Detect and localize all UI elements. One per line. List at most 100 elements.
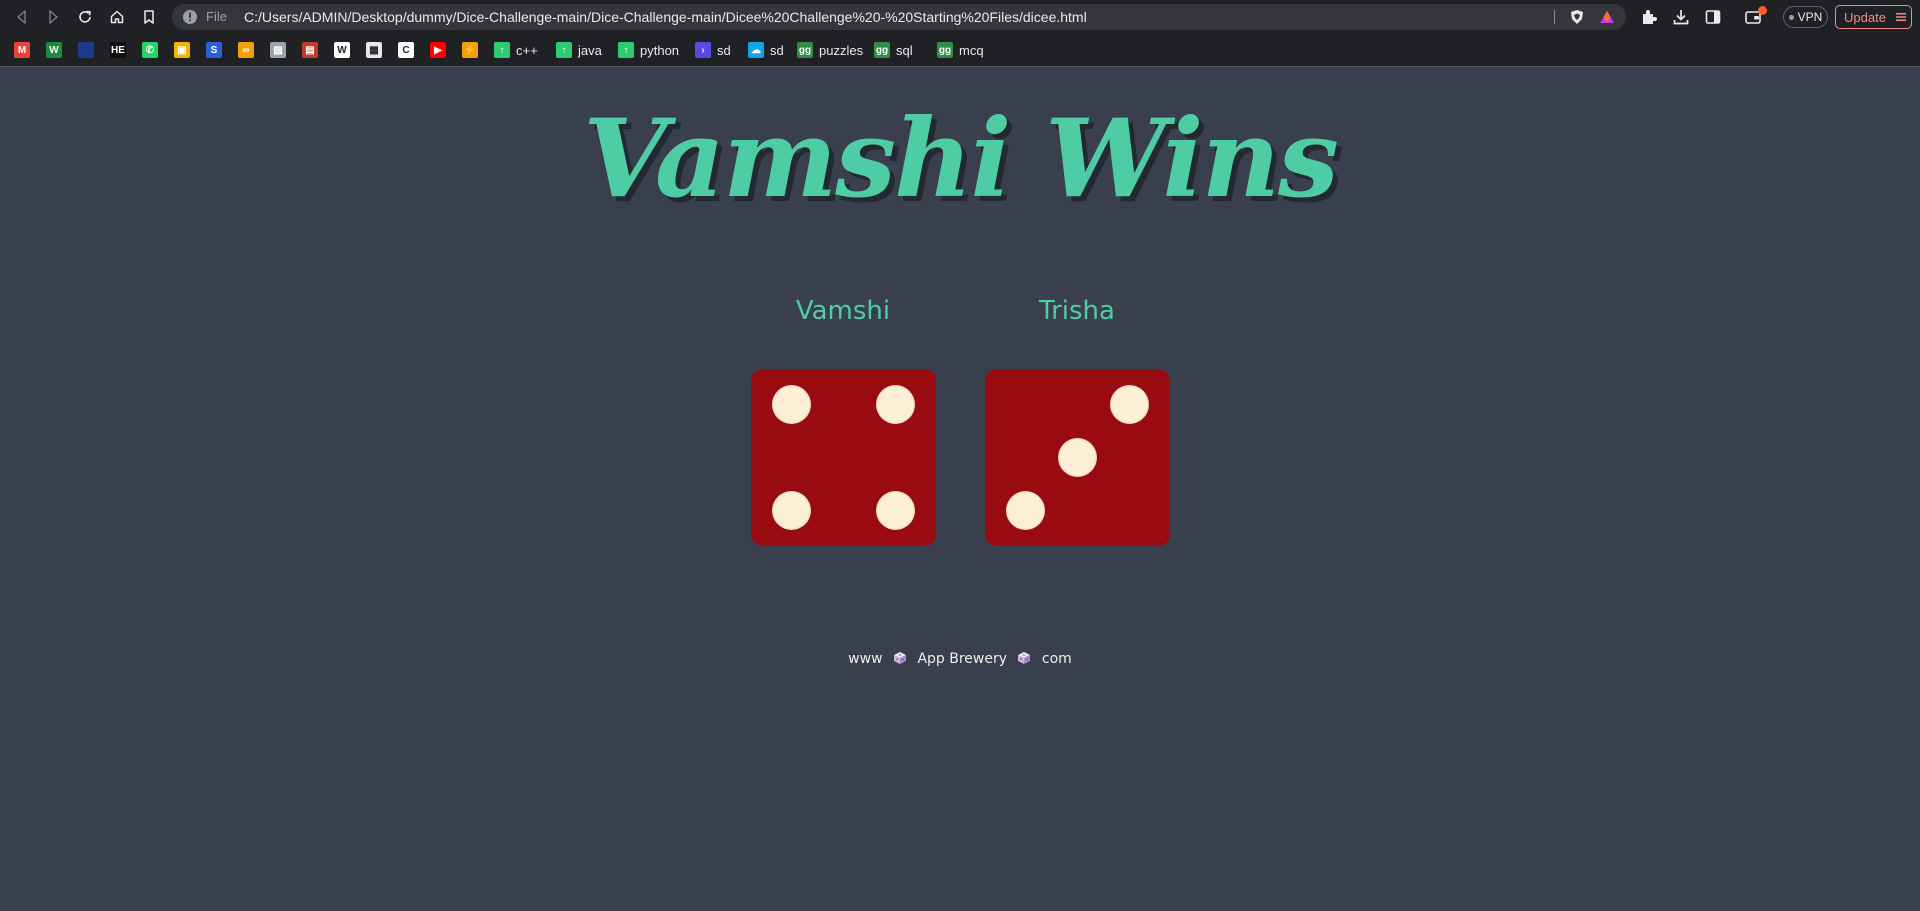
footer-com: com	[1041, 651, 1072, 667]
back-arrow-icon	[17, 10, 26, 24]
update-label: Update	[1844, 9, 1886, 25]
die-pip	[1109, 384, 1149, 424]
bookmark-sd[interactable]: › sd	[695, 41, 731, 59]
bookmark-s-logo[interactable]: S	[206, 41, 222, 59]
download-icon[interactable]	[1672, 8, 1690, 26]
player1-name: Vamshi	[795, 296, 891, 326]
calendar-icon: ▦	[366, 42, 382, 58]
dice-icon	[1018, 652, 1031, 664]
address-bar[interactable]: File C:/Users/ADMIN/Desktop/dummy/Dice-C…	[172, 4, 1626, 30]
die-pip	[772, 491, 812, 531]
whatsapp-icon: ✆	[142, 42, 158, 58]
youtube-icon: ▶	[430, 42, 446, 58]
die-pip	[875, 491, 915, 531]
infinity-icon: ∞	[238, 42, 254, 58]
bookmark-square-app[interactable]	[78, 41, 94, 59]
w-logo-icon: W	[46, 42, 62, 58]
player2-name: Trisha	[1039, 296, 1115, 326]
home-icon	[110, 10, 124, 24]
url-scheme-label: File	[206, 9, 227, 24]
footer-brand: App Brewery	[917, 651, 1008, 667]
forward-button[interactable]	[41, 5, 65, 29]
c-logo-icon: C	[398, 42, 414, 58]
sidebar-icon[interactable]	[1704, 8, 1722, 26]
page-title: Vamshi Wins	[583, 96, 1339, 222]
bookmark-calendar[interactable]: ▦	[366, 41, 382, 59]
bookmark-button[interactable]	[137, 5, 161, 29]
bookmark-w-logo[interactable]: W	[46, 41, 62, 59]
bookmark-hackerearth[interactable]: HE	[110, 41, 126, 59]
dice-icon	[893, 652, 906, 664]
brave-shields-icon[interactable]	[1569, 9, 1585, 25]
info-icon[interactable]	[182, 9, 198, 25]
gfg-icon: gg	[874, 42, 890, 58]
die-pip	[1058, 438, 1097, 477]
brave-rewards-icon[interactable]	[1599, 9, 1615, 25]
cloud-icon: ☁	[748, 42, 764, 58]
bookmark-c-logo[interactable]: C	[398, 41, 414, 59]
bookmark-infinity[interactable]: ∞	[238, 41, 254, 59]
bookmark-gmail[interactable]: M	[14, 41, 30, 59]
back-button[interactable]	[10, 5, 34, 29]
vpn-button[interactable]: VPN	[1783, 6, 1828, 28]
bookmark-label: puzzles	[819, 42, 864, 58]
update-button[interactable]: Update	[1835, 5, 1912, 29]
bookmark-sql[interactable]: gg sql	[874, 41, 913, 59]
bookmark-sd[interactable]: ☁ sd	[748, 41, 784, 59]
bookmark-wikipedia[interactable]: W	[334, 41, 350, 59]
url-text[interactable]: C:/Users/ADMIN/Desktop/dummy/Dice-Challe…	[244, 9, 1087, 25]
bookmark-whatsapp[interactable]: ✆	[142, 41, 158, 59]
bookmark-label: mcq	[959, 42, 984, 58]
url-divider	[1554, 10, 1555, 24]
bookmark-puzzles[interactable]: gg puzzles	[797, 41, 863, 59]
vpn-status-dot	[1788, 14, 1794, 20]
book-icon: ▤	[302, 42, 318, 58]
die-pip	[875, 384, 915, 424]
reload-button[interactable]	[73, 5, 97, 29]
bookmarks-bar: M W HE ✆ ▣ S ∞ ▨ ▤ W ▦ C ▶ ⚡ ↑ c++ ↑ java ↑ python › sd ☁ sd gg p…	[0, 34, 1920, 67]
forward-arrow-icon	[49, 10, 58, 24]
wikipedia-icon: W	[334, 42, 350, 58]
bookmark-python[interactable]: ↑ python	[618, 41, 679, 59]
bookmark-photo[interactable]: ▣	[174, 41, 190, 59]
bookmark-label: sd	[717, 42, 731, 58]
bookmark-label: java	[578, 42, 602, 58]
die-pip	[1006, 491, 1046, 531]
terminal-icon: ›	[695, 42, 711, 58]
s-logo-icon: S	[206, 42, 222, 58]
bookmark-bolt[interactable]: ⚡	[462, 41, 478, 59]
vpn-label: VPN	[1797, 10, 1823, 24]
leetcode-icon: ↑	[556, 42, 572, 58]
leetcode-icon: ↑	[618, 42, 634, 58]
bookmark-label: sd	[770, 42, 784, 58]
home-button[interactable]	[105, 5, 129, 29]
player2-die	[985, 369, 1170, 546]
bookmark-java[interactable]: ↑ java	[556, 41, 602, 59]
image-icon: ▨	[270, 42, 286, 58]
square-app-icon	[78, 42, 94, 58]
bookmark-image[interactable]: ▨	[270, 41, 286, 59]
gfg-icon: gg	[797, 42, 813, 58]
bookmark-label: sql	[896, 42, 913, 58]
reload-icon	[79, 10, 91, 23]
bookmark-book[interactable]: ▤	[302, 41, 318, 59]
bookmark-c[interactable]: ↑ c++	[494, 41, 538, 59]
wallet-notification-badge	[1758, 6, 1767, 15]
bookmark-label: python	[640, 42, 680, 58]
bookmark-icon	[144, 10, 154, 24]
gfg-icon: gg	[937, 42, 953, 58]
extensions-icon[interactable]	[1640, 8, 1658, 26]
bolt-icon: ⚡	[462, 42, 478, 58]
leetcode-icon: ↑	[494, 42, 510, 58]
bookmark-mcq[interactable]: gg mcq	[937, 41, 984, 59]
gmail-icon: M	[14, 42, 30, 58]
browser-toolbar: File C:/Users/ADMIN/Desktop/dummy/Dice-C…	[0, 0, 1920, 34]
footer-www: www	[848, 651, 883, 667]
menu-icon	[1895, 13, 1906, 21]
die-pip	[772, 384, 812, 424]
bookmark-youtube[interactable]: ▶	[430, 41, 446, 59]
player1-die	[751, 369, 936, 546]
footer: www App Brewery com	[0, 651, 1920, 667]
hackerearth-icon: HE	[110, 42, 126, 58]
photo-icon: ▣	[174, 42, 190, 58]
